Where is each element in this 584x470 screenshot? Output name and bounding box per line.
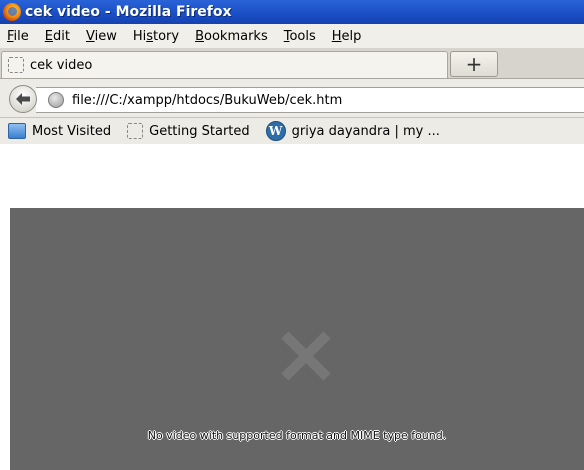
menu-history[interactable]: History — [126, 29, 188, 44]
wordpress-icon: W — [265, 121, 286, 141]
bookmark-label: griya dayandra | my ... — [291, 123, 440, 139]
page-icon — [127, 123, 144, 139]
bookmark-most-visited[interactable]: Most Visited — [0, 123, 111, 139]
tab-strip: cek video + — [0, 48, 584, 79]
back-arrow-icon — [16, 93, 30, 105]
window-title: cek video - Mozilla Firefox — [25, 4, 232, 20]
video-player[interactable]: No video with supported format and MIME … — [10, 208, 584, 470]
new-tab-button[interactable]: + — [450, 51, 498, 77]
menu-edit[interactable]: Edit — [38, 29, 79, 44]
menu-view[interactable]: View — [79, 29, 126, 44]
bookmarks-toolbar: Most Visited Getting Started W griya day… — [0, 118, 584, 144]
bookmark-griya-dayandra[interactable]: W griya dayandra | my ... — [260, 121, 440, 141]
menu-bookmarks[interactable]: Bookmarks — [188, 29, 277, 44]
video-error-x-icon — [281, 331, 331, 381]
url-text[interactable]: file:///C:/xampp/htdocs/BukuWeb/cek.htm — [72, 93, 342, 108]
folder-icon — [8, 123, 26, 139]
menu-tools[interactable]: Tools — [277, 29, 325, 44]
page-content: No video with supported format and MIME … — [0, 145, 584, 470]
firefox-logo-icon[interactable] — [3, 3, 21, 21]
bookmark-getting-started[interactable]: Getting Started — [121, 123, 250, 139]
video-error-message: No video with supported format and MIME … — [147, 429, 447, 442]
page-icon — [8, 57, 24, 73]
navigation-toolbar: file:///C:/xampp/htdocs/BukuWeb/cek.htm — [0, 79, 584, 118]
globe-icon[interactable] — [48, 92, 64, 108]
window-titlebar: cek video - Mozilla Firefox — [0, 0, 584, 24]
menu-help[interactable]: Help — [325, 29, 371, 44]
url-bar[interactable]: file:///C:/xampp/htdocs/BukuWeb/cek.htm — [36, 87, 584, 113]
tab-cek-video[interactable]: cek video — [1, 51, 448, 78]
tab-label: cek video — [30, 57, 93, 73]
bookmark-label: Getting Started — [149, 123, 250, 139]
back-button[interactable] — [9, 85, 37, 113]
bookmark-label: Most Visited — [32, 123, 112, 139]
menu-bar: File Edit View History Bookmarks Tools H… — [0, 24, 584, 48]
menu-file[interactable]: File — [0, 29, 38, 44]
